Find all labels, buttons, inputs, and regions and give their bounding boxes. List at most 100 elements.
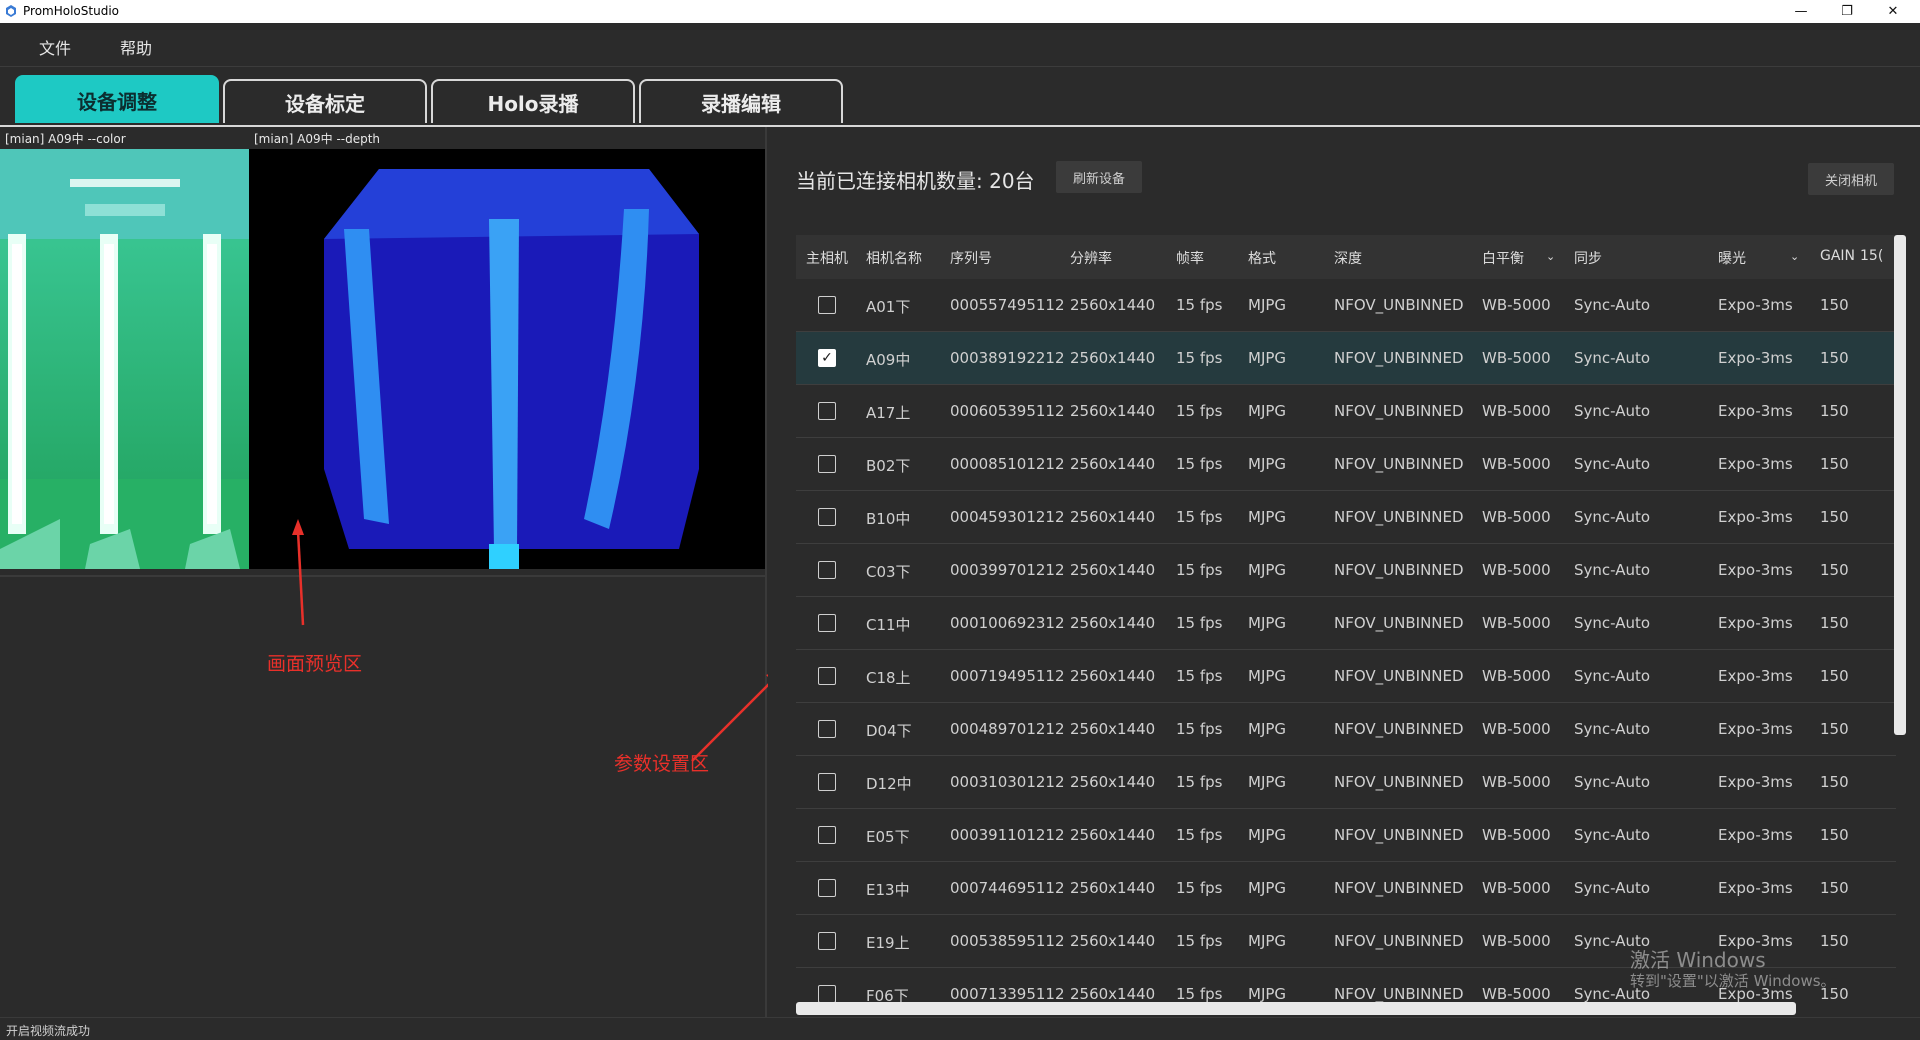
close-camera-button[interactable]: 关闭相机 <box>1808 163 1894 195</box>
white-balance-cell: WB-5000 <box>1482 985 1551 1003</box>
close-window-button[interactable]: ✕ <box>1870 0 1916 23</box>
depth-mode-cell: NFOV_UNBINNED <box>1334 614 1464 632</box>
main-camera-checkbox[interactable] <box>818 879 836 897</box>
menu-help[interactable]: 帮助 <box>120 35 152 59</box>
white-balance-cell: WB-5000 <box>1482 614 1551 632</box>
table-row[interactable]: A01下 000557495112 2560x1440 15 fps MJPG NFOV_… <box>796 279 1896 332</box>
header-format[interactable]: 格式 <box>1248 248 1276 268</box>
white-balance-cell: WB-5000 <box>1482 561 1551 579</box>
tab-recording-edit[interactable]: 录播编辑 <box>639 79 843 123</box>
serial-cell: 000389192212 <box>950 349 1065 367</box>
fps-cell: 15 fps <box>1176 455 1223 473</box>
table-row[interactable]: B02下 000085101212 2560x1440 15 fps MJPG NFOV_… <box>796 438 1896 491</box>
main-camera-checkbox[interactable] <box>818 985 836 1003</box>
exposure-cell: Expo-3ms <box>1718 773 1793 791</box>
header-serial[interactable]: 序列号 <box>950 248 992 268</box>
main-camera-checkbox[interactable] <box>818 508 836 526</box>
resolution-cell: 2560x1440 <box>1070 667 1156 685</box>
main-camera-checkbox[interactable] <box>818 614 836 632</box>
depth-camera-image <box>249 149 765 569</box>
header-camera-name[interactable]: 相机名称 <box>866 248 922 268</box>
depth-camera-view[interactable] <box>249 149 765 569</box>
tab-device-calibration[interactable]: 设备标定 <box>223 79 427 123</box>
gain-cell: 150 <box>1820 720 1849 738</box>
header-resolution[interactable]: 分辨率 <box>1070 248 1112 268</box>
camera-name-cell: C03下 <box>866 563 911 581</box>
preview-lower-area <box>0 575 765 1015</box>
depth-mode-cell: NFOV_UNBINNED <box>1334 402 1464 420</box>
main-camera-checkbox[interactable] <box>818 773 836 791</box>
camera-name-cell: A01下 <box>866 298 911 316</box>
table-row[interactable]: A17上 000605395112 2560x1440 15 fps MJPG NFOV_… <box>796 385 1896 438</box>
table-row[interactable]: C11中 000100692312 2560x1440 15 fps MJPG NFOV_… <box>796 597 1896 650</box>
depth-mode-cell: NFOV_UNBINNED <box>1334 508 1464 526</box>
fps-cell: 15 fps <box>1176 826 1223 844</box>
table-row[interactable]: E13中 000744695112 2560x1440 15 fps MJPG NFOV_… <box>796 862 1896 915</box>
exposure-cell: Expo-3ms <box>1718 296 1793 314</box>
header-depth[interactable]: 深度 <box>1334 248 1362 268</box>
horizontal-scrollbar[interactable] <box>796 1002 1796 1015</box>
table-row[interactable]: D12中 000310301212 2560x1440 15 fps MJPG NFOV_… <box>796 756 1896 809</box>
sync-cell: Sync-Auto <box>1574 508 1651 526</box>
table-row[interactable]: C18上 000719495112 2560x1440 15 fps MJPG NFOV_… <box>796 650 1896 703</box>
resolution-cell: 2560x1440 <box>1070 296 1156 314</box>
resolution-cell: 2560x1440 <box>1070 349 1156 367</box>
resolution-cell: 2560x1440 <box>1070 985 1156 1003</box>
main-camera-checkbox[interactable] <box>818 561 836 579</box>
tab-holo-recording[interactable]: Holo录播 <box>431 79 635 123</box>
table-row[interactable]: C03下 000399701212 2560x1440 15 fps MJPG NFOV_… <box>796 544 1896 597</box>
sync-cell: Sync-Auto <box>1574 349 1651 367</box>
header-exposure[interactable]: 曝光 <box>1718 248 1746 268</box>
sync-cell: Sync-Auto <box>1574 402 1651 420</box>
white-balance-cell: WB-5000 <box>1482 296 1551 314</box>
main-camera-checkbox[interactable]: ✓ <box>818 349 836 367</box>
serial-cell: 000557495112 <box>950 296 1065 314</box>
tab-device-adjust[interactable]: 设备调整 <box>15 75 219 123</box>
resolution-cell: 2560x1440 <box>1070 932 1156 950</box>
format-cell: MJPG <box>1248 402 1287 420</box>
header-sync[interactable]: 同步 <box>1574 248 1602 268</box>
main-camera-checkbox[interactable] <box>818 932 836 950</box>
depth-mode-cell: NFOV_UNBINNED <box>1334 773 1464 791</box>
header-main-camera[interactable]: 主相机 <box>806 248 848 268</box>
white-balance-chevron-down-icon[interactable]: ⌄ <box>1546 250 1555 263</box>
table-row[interactable]: B10中 000459301212 2560x1440 15 fps MJPG NFOV_… <box>796 491 1896 544</box>
depth-mode-cell: NFOV_UNBINNED <box>1334 826 1464 844</box>
minimize-button[interactable]: — <box>1778 0 1824 23</box>
camera-name-cell: A09中 <box>866 351 911 369</box>
restore-button[interactable]: ❐ <box>1824 0 1870 23</box>
table-row[interactable]: ✓ A09中 000389192212 2560x1440 15 fps MJPG NFOV… <box>796 332 1896 385</box>
white-balance-cell: WB-5000 <box>1482 879 1551 897</box>
serial-cell: 000744695112 <box>950 879 1065 897</box>
header-gain[interactable]: GAIN <box>1820 248 1855 264</box>
restore-icon: ❐ <box>1841 4 1853 19</box>
gain-cell: 150 <box>1820 667 1849 685</box>
white-balance-cell: WB-5000 <box>1482 508 1551 526</box>
main-camera-checkbox[interactable] <box>818 455 836 473</box>
format-cell: MJPG <box>1248 826 1287 844</box>
serial-cell: 000085101212 <box>950 455 1065 473</box>
preview-panel: [mian] A09中 --color [mian] A09中 --depth <box>0 127 785 1017</box>
serial-cell: 000391101212 <box>950 826 1065 844</box>
resolution-cell: 2560x1440 <box>1070 455 1156 473</box>
format-cell: MJPG <box>1248 561 1287 579</box>
exposure-chevron-down-icon[interactable]: ⌄ <box>1790 250 1799 263</box>
menu-file[interactable]: 文件 <box>39 35 71 59</box>
header-white-balance[interactable]: 白平衡 <box>1482 248 1524 268</box>
main-camera-checkbox[interactable] <box>818 402 836 420</box>
color-camera-view[interactable] <box>0 149 249 569</box>
table-row[interactable]: D04下 000489701212 2560x1440 15 fps MJPG NFOV_… <box>796 703 1896 756</box>
vertical-scrollbar[interactable] <box>1894 235 1906 735</box>
header-fps[interactable]: 帧率 <box>1176 248 1204 268</box>
color-view-label: [mian] A09中 --color <box>5 132 126 146</box>
main-camera-checkbox[interactable] <box>818 667 836 685</box>
refresh-devices-button[interactable]: 刷新设备 <box>1056 161 1142 193</box>
camera-name-cell: E13中 <box>866 881 910 899</box>
main-camera-checkbox[interactable] <box>818 826 836 844</box>
white-balance-cell: WB-5000 <box>1482 720 1551 738</box>
gain-cell: 150 <box>1820 508 1849 526</box>
table-row[interactable]: E05下 000391101212 2560x1440 15 fps MJPG NFOV_… <box>796 809 1896 862</box>
depth-mode-cell: NFOV_UNBINNED <box>1334 720 1464 738</box>
main-camera-checkbox[interactable] <box>818 296 836 314</box>
main-camera-checkbox[interactable] <box>818 720 836 738</box>
